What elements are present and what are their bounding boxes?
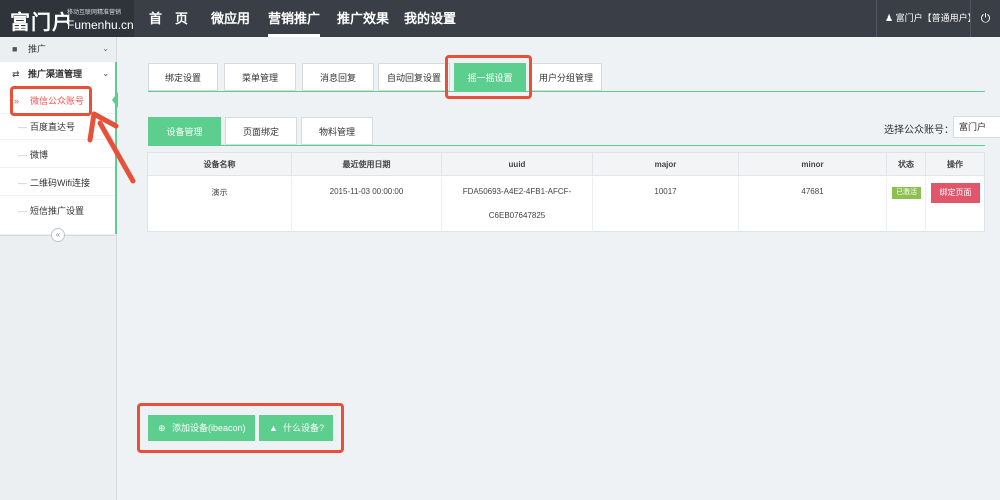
user-icon: ♟	[885, 13, 894, 23]
swap-icon: ⇄	[12, 69, 20, 79]
table-cell-minor: 47681	[739, 177, 887, 232]
sidebar-section-label: 推广渠道管理	[28, 69, 83, 79]
sidebar-item-label: 百度直达号	[30, 122, 76, 132]
tab-binding-settings[interactable]: 绑定设置	[148, 63, 218, 91]
status-badge: 已激活	[892, 187, 921, 199]
uuid-line-1: FDA50693-A4E2-4FB1-AFCF-	[462, 187, 572, 196]
what-device-button[interactable]: ▲ 什么设备?	[259, 415, 333, 441]
account-select-label: 选择公众账号：	[884, 125, 954, 136]
plus-circle-icon: ⊕	[158, 423, 166, 433]
logo-tagline: 移动互联网精准营销	[67, 10, 122, 16]
table-header: 最近使用日期	[292, 153, 442, 176]
nav-promotion-effect[interactable]: 推广效果	[337, 0, 389, 37]
tab-shake-settings[interactable]: 摇一摇设置	[454, 63, 526, 91]
table-header: 操作	[926, 153, 984, 176]
sidebar-collapse-button[interactable]: «	[51, 228, 65, 242]
table-cell-uuid: FDA50693-A4E2-4FB1-AFCF- C6EB07647825	[442, 177, 593, 232]
device-table: 设备名称 最近使用日期 uuid major minor 状态 操作 演示 20…	[147, 152, 985, 232]
sidebar: ■ 推广 ⌄ ⇄ 推广渠道管理 ⌄ » 微信公众账号 — 百度直达号 — 微博 — 二维码W…	[0, 37, 118, 500]
nav-marketing[interactable]: 营销推广	[268, 0, 321, 37]
major-value: 10017	[654, 187, 677, 196]
minor-value: 47681	[801, 187, 824, 196]
nav-my-settings[interactable]: 我的设置	[404, 0, 456, 37]
logo-domain: Fumenhu.cn	[67, 18, 134, 32]
tab-user-groups[interactable]: 用户分组管理	[530, 63, 602, 91]
table-cell-action: 绑定页面	[926, 177, 984, 232]
tab-material-management[interactable]: 物料管理	[301, 117, 373, 145]
dash-icon: —	[18, 178, 27, 188]
tab-page-binding[interactable]: 页面绑定	[225, 117, 297, 145]
sidebar-section-promo[interactable]: ■ 推广 ⌄	[0, 37, 117, 61]
sidebar-item-label: 二维码Wifi连接	[30, 178, 90, 188]
chevron-down-icon: ⌄	[102, 69, 109, 78]
double-chevron-icon: »	[14, 96, 20, 106]
tab-device-management[interactable]: 设备管理	[148, 117, 221, 145]
table-header: minor	[739, 153, 887, 176]
table-cell-status: 已激活	[887, 177, 926, 232]
add-device-button[interactable]: ⊕ 添加设备(ibeacon)	[148, 415, 255, 441]
tab-auto-reply-settings[interactable]: 自动回复设置	[378, 63, 450, 91]
power-icon: ⏻	[980, 11, 991, 25]
active-item-pointer	[112, 92, 118, 108]
table-cell-date: 2015-11-03 00:00:00	[292, 177, 442, 232]
sidebar-item-label: 短信推广设置	[30, 206, 85, 216]
device-name: 演示	[211, 188, 228, 197]
nav-home[interactable]: 首 页	[149, 0, 188, 37]
chevron-down-icon: ⌄	[102, 44, 109, 53]
add-device-label: 添加设备(ibeacon)	[172, 423, 246, 433]
table-header: uuid	[442, 153, 593, 176]
uuid-line-2: C6EB07647825	[488, 211, 546, 220]
sidebar-item-qrcode-wifi[interactable]: — 二维码Wifi连接	[0, 170, 115, 196]
tab-underline	[148, 91, 985, 92]
sidebar-item-wechat[interactable]: » 微信公众账号	[0, 88, 115, 114]
account-select-value: 富门户	[959, 122, 987, 132]
account-select[interactable]: 富门户	[953, 116, 1000, 138]
tab-message-reply[interactable]: 消息回复	[302, 63, 374, 91]
chat-icon: ■	[12, 44, 18, 54]
nav-micro-apps[interactable]: 微应用	[211, 0, 250, 37]
dash-icon: —	[18, 122, 27, 132]
top-navigation-bar: 富门户 移动互联网精准营销 Fumenhu.cn 首 页 微应用 营销推广 推广…	[0, 0, 1000, 37]
user-menu[interactable]: ♟ 富门户【普通用户】	[876, 0, 977, 37]
sidebar-section-label: 推广	[28, 44, 47, 54]
last-used-date: 2015-11-03 00:00:00	[329, 187, 404, 196]
table-header: 设备名称	[148, 153, 292, 176]
logout-button[interactable]: ⏻	[970, 0, 1000, 37]
flask-icon: ▲	[269, 423, 278, 433]
dash-icon: —	[18, 150, 27, 160]
sidebar-channel-group: ⇄ 推广渠道管理 ⌄ » 微信公众账号 — 百度直达号 — 微博 — 二维码Wifi连接 …	[0, 62, 117, 234]
user-label: 富门户【普通用户】	[895, 13, 977, 23]
tab-menu-management[interactable]: 菜单管理	[224, 63, 296, 91]
sidebar-item-weibo[interactable]: — 微博	[0, 142, 115, 168]
table-header: 状态	[887, 153, 926, 176]
brand-logo[interactable]: 富门户 移动互联网精准营销 Fumenhu.cn	[0, 0, 134, 37]
sidebar-item-sms[interactable]: — 短信推广设置	[0, 198, 115, 224]
sidebar-item-label: 微博	[30, 150, 49, 160]
sidebar-item-baidu[interactable]: — 百度直达号	[0, 114, 115, 140]
table-cell-name: 演示	[148, 177, 292, 232]
sidebar-item-label: 微信公众账号	[30, 96, 85, 106]
dash-icon: —	[18, 206, 27, 216]
sidebar-section-channel[interactable]: ⇄ 推广渠道管理 ⌄	[0, 62, 117, 86]
logo-text: 富门户	[10, 10, 73, 34]
what-device-label: 什么设备?	[283, 423, 325, 433]
bind-page-button[interactable]: 绑定页面	[931, 183, 980, 203]
table-header: major	[593, 153, 739, 176]
table-cell-major: 10017	[593, 177, 739, 232]
tab-underline	[148, 145, 985, 146]
